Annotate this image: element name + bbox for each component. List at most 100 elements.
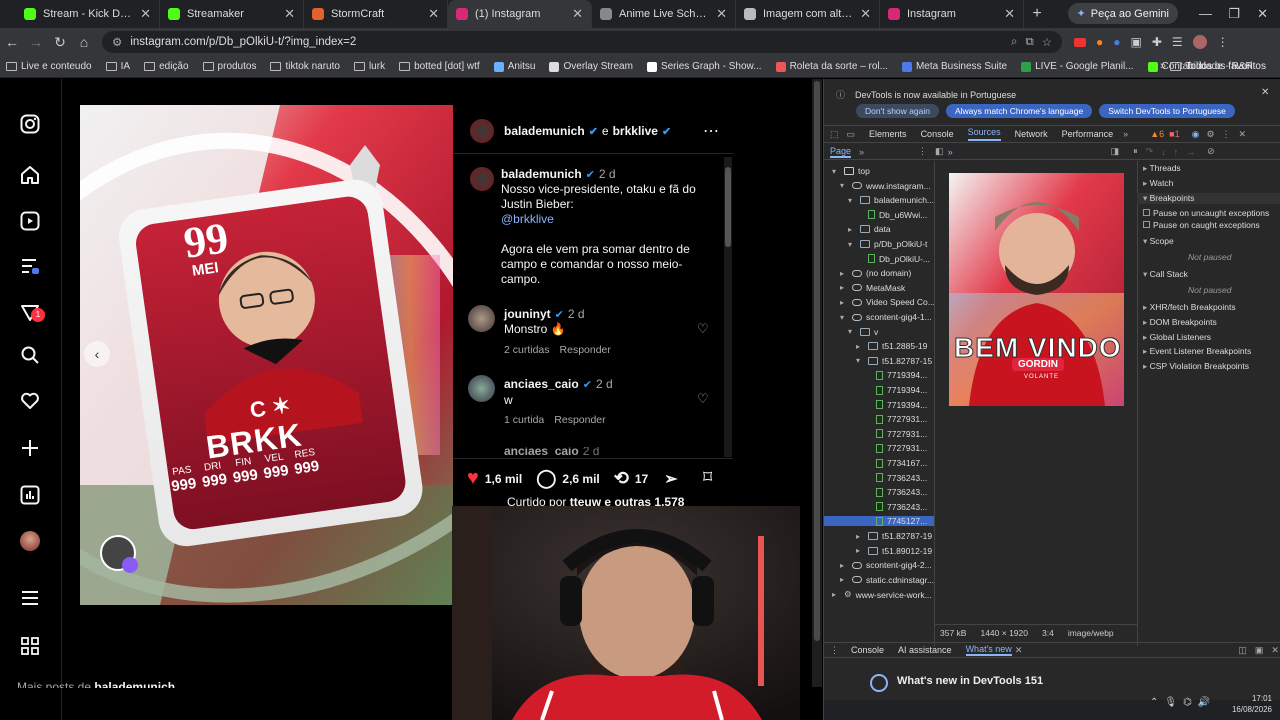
close-window-icon[interactable]: ✕ [1257,6,1268,22]
tree-node[interactable]: ▸ scontent-gig4-2... [840,560,932,570]
watch-section[interactable]: ▸ Watch [1143,178,1173,189]
bookmark-item[interactable]: Overlay Stream [549,61,633,72]
expand-arrow-icon[interactable]: ▾ [840,181,848,190]
scrollbar-thumb[interactable] [725,167,731,247]
caption-mention-link[interactable]: @brkklive [501,212,721,227]
tree-node[interactable]: ▸ data [848,224,891,234]
bookmark-item[interactable]: botted [dot] wtf [399,61,480,72]
taskbar-clock[interactable]: 17:01 16/08/2026 [1232,693,1272,715]
url-text[interactable]: instagram.com/p/Db_pOlkiU-t/?img_index=2 [130,36,1003,48]
threads-icon[interactable] [18,254,42,278]
expand-arrow-icon[interactable]: ▸ [840,575,848,584]
prev-image-button[interactable]: ‹ [84,341,110,367]
bookmark-item[interactable]: LIVE - Google Planil... [1021,61,1134,72]
bookmark-item[interactable]: Anitsu [493,61,535,72]
volume-icon[interactable]: 🔊 [1198,697,1210,708]
scrollbar-thumb[interactable] [814,81,820,641]
comment-username[interactable]: anciaes_caio [504,377,579,391]
bookmark-item[interactable]: Roleta da sorte – rol... [775,61,888,72]
browser-tab[interactable]: StormCraft ✕ [304,0,448,28]
liked-heart-icon[interactable]: ♥ [467,467,479,490]
expand-arrow-icon[interactable]: ▸ [848,225,856,234]
settings-gear-icon[interactable]: ⚙ [1206,129,1214,140]
bookmark-item[interactable]: produtos [202,61,256,72]
restore-icon[interactable]: ❐ [1228,6,1240,22]
tree-node[interactable]: ▸ MetaMask [840,283,905,293]
tree-node[interactable]: 7719394... [864,385,927,395]
expand-arrow-icon[interactable]: ▾ [856,356,864,365]
tree-node[interactable]: ▾ top [832,166,870,176]
bookmark-item[interactable]: lurk [353,61,385,72]
post-image[interactable]: 99 MEI C ✶ BRKK PAS 999 DRI 999 FIN 999 VEL… [80,105,453,605]
comment-reply-button[interactable]: Responder [560,344,611,356]
expand-arrow-icon[interactable]: ▸ [856,342,864,351]
tab-close-icon[interactable]: ✕ [284,6,295,22]
dock-icon[interactable]: ◫ [1238,645,1247,656]
reading-list-icon[interactable]: ☰ [1172,35,1183,49]
new-tab-button[interactable]: + [1024,0,1050,28]
browser-tab[interactable]: (1) Instagram ✕ [448,0,592,28]
tree-node[interactable]: ▾ scontent-gig4-1... [840,312,932,322]
tab-close-icon[interactable]: ✕ [716,6,727,22]
tree-node[interactable]: 7727931... [864,414,927,424]
tab-elements[interactable]: Elements [869,129,907,139]
devtools-menu-icon[interactable]: ⋮ [1222,129,1231,140]
xhr-breakpoints-section[interactable]: ▸ XHR/fetch Breakpoints [1143,302,1236,313]
tree-node[interactable]: 7734167... [864,458,927,468]
comments-scrollbar[interactable] [724,157,732,457]
browser-tab[interactable]: Instagram ✕ [880,0,1024,28]
drawer-tab-ai[interactable]: AI assistance [898,645,952,655]
expand-arrow-icon[interactable]: ▾ [840,313,848,322]
save-icon[interactable]: ⌑ [703,467,712,488]
tree-node[interactable]: ▸ ⚙ www-service-work... [832,589,932,600]
tree-node[interactable]: 7736243... [864,473,927,483]
bookmark-item[interactable]: IA [105,61,130,72]
header-collab-username[interactable]: brkklive [613,124,658,138]
toggle-sidebar-icon[interactable]: ◨ [1111,146,1120,157]
shares-count[interactable]: 17 [635,472,648,486]
profile-avatar-icon[interactable] [1192,35,1207,49]
sync-icon[interactable]: ◉ [1192,129,1200,140]
minimize-icon[interactable]: — [1199,6,1212,21]
likes-count[interactable]: 1,6 mil [485,472,522,486]
close-tab-icon[interactable]: ✕ [1015,645,1023,656]
browser-menu-icon[interactable]: ⋮ [1217,35,1229,49]
tree-node[interactable]: ▾ www.instagram... [840,181,931,191]
bookmark-star-icon[interactable]: ☆ [1042,35,1052,49]
tree-node[interactable]: 7719394... [864,400,927,410]
drawer-menu-icon[interactable]: ⋮ [830,645,839,656]
tab-sources[interactable]: Sources [967,127,1001,141]
comment-like-icon[interactable]: ♡ [697,321,709,337]
toggle-navigator-icon[interactable]: ◧ [935,146,944,157]
dont-show-again-button[interactable]: Don't show again [856,104,939,118]
forward-icon[interactable]: → [24,34,48,50]
browser-tab[interactable]: Streamaker ✕ [160,0,304,28]
browser-tab[interactable]: Imagem com alterações ✕ [736,0,880,28]
more-options-icon[interactable]: ⋯ [703,121,719,141]
extension-blue-icon[interactable]: ● [1113,35,1120,49]
threads-section[interactable]: ▸ Threads [1143,163,1181,174]
tree-node[interactable]: Db_u6Wwi... [856,210,927,220]
tab-close-icon[interactable]: ✕ [860,6,871,22]
undock-icon[interactable]: ▣ [1255,645,1264,656]
tab-close-icon[interactable]: ✕ [140,6,151,22]
step-out-icon[interactable]: ↑ [1174,147,1179,157]
tray-chevron-icon[interactable]: ⌃ [1150,697,1158,708]
step-over-icon[interactable]: ↷ [1146,146,1154,157]
tree-node[interactable]: ▸ t51.89012-19 [856,546,932,556]
expand-icon[interactable]: » [948,147,953,157]
tree-node[interactable]: ▾ p/Db_pOlkiU-t [848,239,927,249]
caption-username[interactable]: balademunich [501,167,582,181]
comment-likes[interactable]: 1 curtida [504,414,544,426]
profile-avatar[interactable] [18,529,42,553]
extensions-puzzle-icon[interactable]: ✚ [1152,35,1162,49]
tree-node[interactable]: ▸ static.cdninstagr... [840,575,934,585]
subbar-menu-icon[interactable]: ⋮ [918,146,927,157]
more-tabs-icon[interactable]: » [1123,129,1128,139]
bookmark-item[interactable]: Meta Business Suite [901,61,1007,72]
more-bookmarks-icon[interactable]: » [1160,60,1166,72]
back-icon[interactable]: ← [0,34,24,50]
tree-node[interactable]: ▾ balademunich... [848,195,934,205]
tab-console[interactable]: Console [921,129,954,139]
reels-icon[interactable] [18,209,42,233]
